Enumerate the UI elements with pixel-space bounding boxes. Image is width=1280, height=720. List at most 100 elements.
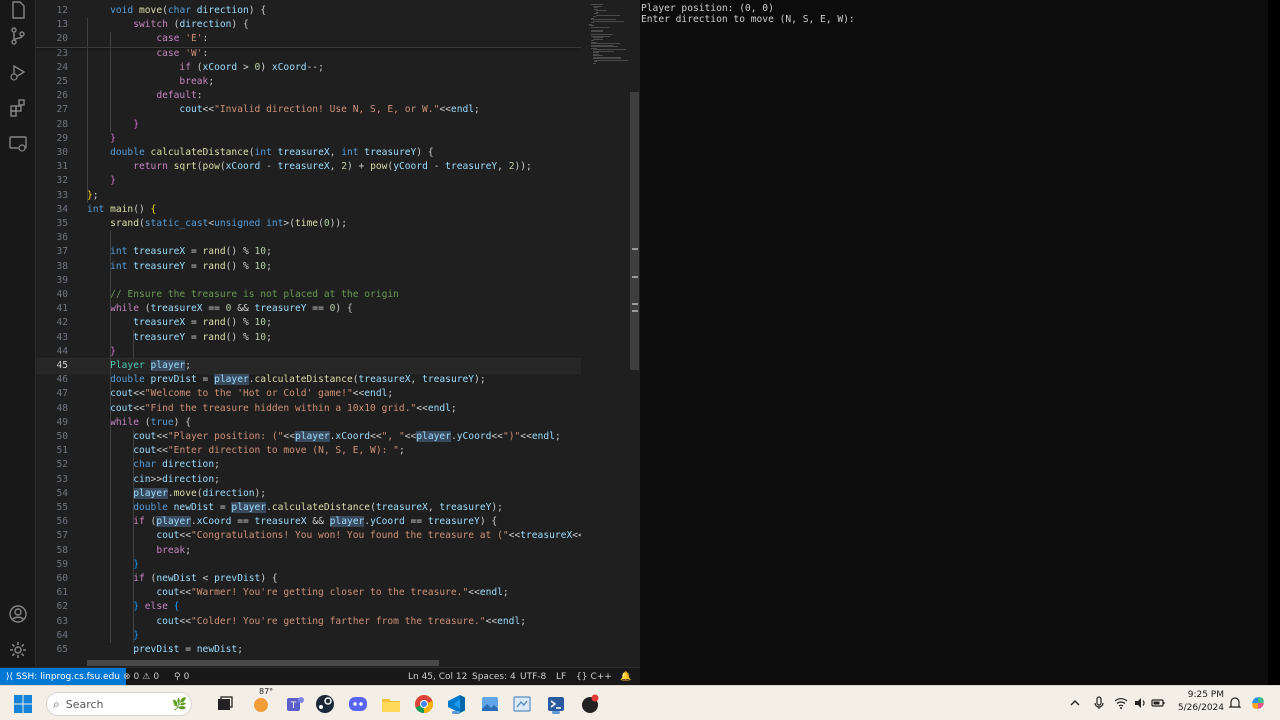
code-line[interactable]: 46 double prevDist = player.calculateDis… bbox=[36, 373, 581, 387]
settings-gear-icon[interactable] bbox=[8, 640, 28, 660]
microphone-icon[interactable] bbox=[1092, 696, 1106, 710]
show-hidden-icons-chevron-icon[interactable] bbox=[1068, 696, 1082, 710]
cursor-position[interactable]: Ln 45, Col 12 bbox=[408, 668, 467, 685]
horizontal-scrollbar[interactable] bbox=[87, 660, 439, 666]
code-line[interactable]: 60 if (newDist < prevDist) { bbox=[36, 572, 581, 586]
code-line[interactable]: 55 double newDist = player.calculateDist… bbox=[36, 501, 581, 515]
indentation-setting[interactable]: Spaces: 4 bbox=[472, 668, 516, 685]
code-line[interactable]: 49 while (true) { bbox=[36, 416, 581, 430]
task-view-icon[interactable] bbox=[214, 693, 236, 715]
volume-icon[interactable] bbox=[1133, 696, 1147, 710]
source-control-icon[interactable] bbox=[8, 26, 28, 46]
weather-widget-icon[interactable]: 87° bbox=[250, 687, 273, 715]
line-source: cin>>direction; bbox=[133, 473, 220, 485]
code-line[interactable]: 58 break; bbox=[36, 544, 581, 558]
discord-icon[interactable] bbox=[347, 693, 369, 715]
code-line[interactable]: 61 cout<<"Warmer! You're getting closer … bbox=[36, 586, 581, 600]
vertical-scrollbar[interactable] bbox=[630, 92, 639, 370]
line-number: 27 bbox=[56, 104, 68, 116]
terminal-app-icon[interactable] bbox=[545, 693, 567, 715]
language-mode[interactable]: {} C++ bbox=[576, 668, 612, 685]
code-line[interactable]: 41 while (treasureX == 0 && treasureY ==… bbox=[36, 302, 581, 316]
code-line[interactable]: 42 treasureX = rand() % 10; bbox=[36, 316, 581, 330]
paint-icon[interactable] bbox=[511, 693, 533, 715]
wifi-icon[interactable] bbox=[1114, 696, 1128, 710]
line-number: 25 bbox=[56, 76, 68, 87]
line-number: 61 bbox=[56, 587, 68, 599]
code-line[interactable]: 38 int treasureY = rand() % 10; bbox=[36, 260, 581, 274]
code-line[interactable]: 64 } bbox=[36, 629, 581, 643]
terminal-window[interactable]: Player position: (0, 0) Enter direction … bbox=[640, 0, 1268, 685]
code-line[interactable]: 45 Player player; bbox=[36, 357, 581, 375]
eol-setting[interactable]: LF bbox=[556, 668, 566, 685]
code-line[interactable]: 30 double calculateDistance(int treasure… bbox=[36, 146, 581, 160]
code-line[interactable]: 53 cin>>direction; bbox=[36, 473, 581, 487]
code-line[interactable]: 34 int main() { bbox=[36, 203, 581, 217]
code-line[interactable]: 48 cout<<"Find the treasure hidden withi… bbox=[36, 402, 581, 416]
code-text-area[interactable]: 12 void move(char direction) {13 switch … bbox=[36, 0, 581, 667]
warning-icon: ⚠ bbox=[142, 671, 151, 682]
photos-icon[interactable] bbox=[479, 693, 501, 715]
taskbar-search-box[interactable]: ⌕ Search 🌿 bbox=[46, 692, 192, 716]
vscode-icon[interactable] bbox=[445, 693, 467, 715]
code-line[interactable]: 43 treasureY = rand() % 10; bbox=[36, 331, 581, 345]
code-line[interactable]: 12 void move(char direction) { bbox=[36, 4, 581, 18]
code-line[interactable]: 65 prevDist = newDist; bbox=[36, 643, 581, 657]
line-number: 33 bbox=[56, 189, 68, 201]
code-line[interactable]: 44 } bbox=[36, 345, 581, 359]
line-source: cout<<"Find the treasure hidden within a… bbox=[110, 402, 457, 414]
code-line[interactable]: 26 default: bbox=[36, 89, 581, 103]
code-line[interactable]: 63 cout<<"Colder! You're getting farther… bbox=[36, 615, 581, 629]
code-line[interactable]: 33}; bbox=[36, 189, 581, 203]
code-line[interactable]: 51 cout<<"Enter direction to move (N, S,… bbox=[36, 444, 581, 458]
code-line[interactable]: 29 } bbox=[36, 132, 581, 146]
code-line[interactable]: 54 player.move(direction); bbox=[36, 487, 581, 501]
code-line[interactable]: 39 bbox=[36, 274, 581, 288]
code-line[interactable]: 47 cout<<"Welcome to the 'Hot or Cold' g… bbox=[36, 387, 581, 401]
line-source: // Ensure the treasure is not placed at … bbox=[110, 289, 399, 300]
app-icon[interactable] bbox=[579, 693, 601, 715]
remote-indicator[interactable]: ⟩⟨ SSH: linprog.cs.fsu.edu bbox=[0, 668, 126, 685]
code-line[interactable]: 13 switch (direction) { bbox=[36, 18, 581, 32]
explorer-icon[interactable] bbox=[8, 0, 28, 20]
ports-indicator[interactable]: ⚲ 0 bbox=[174, 668, 189, 685]
system-clock[interactable]: 9:25 PM 5/26/2024 bbox=[1168, 689, 1224, 715]
code-line[interactable]: 59 } bbox=[36, 558, 581, 572]
chrome-icon[interactable] bbox=[413, 693, 435, 715]
encoding-setting[interactable]: UTF-8 bbox=[520, 668, 546, 685]
account-icon[interactable] bbox=[8, 604, 28, 624]
steam-icon[interactable] bbox=[314, 693, 336, 715]
minimap[interactable] bbox=[583, 0, 629, 667]
start-windows-icon[interactable] bbox=[12, 693, 34, 715]
battery-icon[interactable] bbox=[1151, 696, 1165, 710]
code-line[interactable]: 32 } bbox=[36, 174, 581, 188]
line-source: double prevDist = player.calculateDistan… bbox=[110, 374, 486, 386]
code-line[interactable]: 52 char direction; bbox=[36, 458, 581, 472]
remote-explorer-icon[interactable] bbox=[8, 134, 28, 154]
teams-icon[interactable]: T bbox=[284, 693, 306, 715]
code-line[interactable]: 35 srand(static_cast<unsigned int>(time(… bbox=[36, 217, 581, 231]
file-explorer-icon[interactable] bbox=[380, 693, 402, 715]
code-line[interactable]: 28 } bbox=[36, 118, 581, 132]
run-debug-icon[interactable] bbox=[8, 62, 28, 82]
copilot-icon[interactable] bbox=[1250, 695, 1266, 711]
code-line[interactable]: 37 int treasureX = rand() % 10; bbox=[36, 245, 581, 259]
code-line[interactable]: 31 return sqrt(pow(xCoord - treasureX, 2… bbox=[36, 160, 581, 174]
notifications-bell-icon[interactable]: 🔔 bbox=[620, 668, 631, 685]
problems-indicator[interactable]: ⊗ 0 ⚠ 0 bbox=[123, 668, 159, 685]
notification-icon[interactable] bbox=[1228, 696, 1242, 710]
code-line[interactable]: 40 // Ensure the treasure is not placed … bbox=[36, 288, 581, 302]
code-line[interactable]: 27 cout<<"Invalid direction! Use N, S, E… bbox=[36, 103, 581, 117]
code-line[interactable]: 56 if (player.xCoord == treasureX && pla… bbox=[36, 515, 581, 529]
code-line[interactable]: 36 bbox=[36, 231, 581, 245]
line-number: 48 bbox=[56, 402, 68, 414]
code-line[interactable]: 57 cout<<"Congratulations! You won! You … bbox=[36, 529, 581, 543]
code-line[interactable]: 24 if (xCoord > 0) xCoord--; bbox=[36, 61, 581, 75]
code-line[interactable]: 25 break; bbox=[36, 75, 581, 89]
extensions-icon[interactable] bbox=[8, 98, 28, 118]
line-number: 36 bbox=[56, 232, 68, 244]
code-line[interactable]: 50 cout<<"Player position: ("<<player.xC… bbox=[36, 430, 581, 444]
code-line[interactable]: 20 case 'E': bbox=[36, 32, 581, 46]
code-line[interactable]: 62 } else { bbox=[36, 600, 581, 614]
code-line[interactable]: 23 case 'W': bbox=[36, 47, 581, 61]
